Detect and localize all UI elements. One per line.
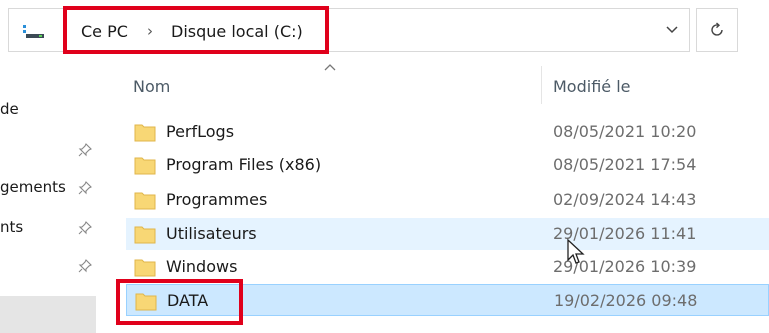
column-divider[interactable] <box>541 66 542 104</box>
highlight-box-data <box>116 279 243 325</box>
folder-icon <box>134 157 156 175</box>
file-row[interactable]: Programmes 02/09/2024 14:43 <box>126 184 769 216</box>
folder-icon <box>134 226 156 244</box>
file-name: PerfLogs <box>166 122 235 141</box>
this-pc-icon <box>23 25 44 38</box>
folder-icon <box>134 124 156 142</box>
pin-icon[interactable] <box>78 221 92 235</box>
navigation-pane: de gements nts <box>0 60 100 333</box>
sort-ascending-icon <box>324 64 336 71</box>
pin-icon[interactable] <box>78 143 92 157</box>
nav-item-selected[interactable] <box>0 296 96 333</box>
file-modified: 08/05/2021 17:54 <box>553 155 697 174</box>
file-name: Programmes <box>166 190 268 209</box>
pin-icon[interactable] <box>78 259 92 273</box>
folder-icon <box>134 192 156 210</box>
refresh-button[interactable] <box>696 8 738 52</box>
file-modified: 08/05/2021 10:20 <box>553 122 697 141</box>
file-modified: 02/09/2024 14:43 <box>553 190 697 209</box>
file-modified: 19/02/2026 09:48 <box>554 291 698 310</box>
refresh-icon <box>711 22 723 36</box>
chevron-down-icon[interactable] <box>665 23 679 37</box>
file-row[interactable]: Program Files (x86) 08/05/2021 17:54 <box>126 149 769 181</box>
file-name: Program Files (x86) <box>166 155 322 174</box>
nav-item-label[interactable]: de <box>0 100 19 118</box>
pin-icon[interactable] <box>78 181 92 195</box>
mouse-cursor-icon <box>567 238 585 264</box>
file-row[interactable]: PerfLogs 08/05/2021 10:20 <box>126 116 769 148</box>
folder-icon <box>134 259 156 277</box>
file-row-hovered[interactable]: Utilisateurs 29/01/2026 11:41 <box>126 218 769 250</box>
nav-item-label[interactable]: nts <box>0 218 23 236</box>
file-name: Utilisateurs <box>166 224 257 243</box>
nav-item-label[interactable]: gements <box>0 178 66 196</box>
column-header-name[interactable]: Nom <box>133 77 170 96</box>
highlight-box-address <box>63 6 329 54</box>
file-name: Windows <box>166 257 238 276</box>
column-header-modified[interactable]: Modifié le <box>553 77 631 96</box>
